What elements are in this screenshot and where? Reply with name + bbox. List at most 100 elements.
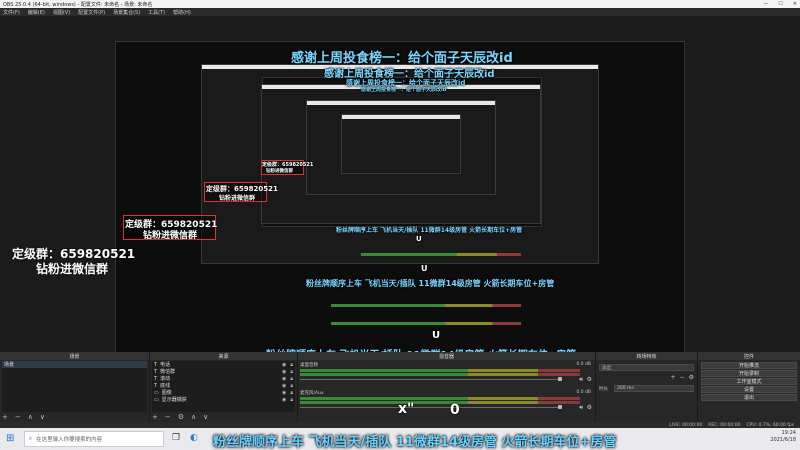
menu-tools[interactable]: 工具(T) bbox=[148, 9, 165, 16]
speaker-icon[interactable]: 🔊︎ bbox=[579, 404, 583, 412]
source-item-label: 电话 bbox=[160, 362, 171, 368]
source-settings-button[interactable]: ⚙ bbox=[178, 413, 184, 421]
source-item[interactable]: T 电话 ◉ 🔒︎ bbox=[152, 361, 295, 369]
scenes-dock: 场景 场景 + − ∧ ∨ bbox=[0, 352, 150, 422]
menu-edit[interactable]: 编辑(E) bbox=[28, 9, 45, 16]
remove-source-button[interactable]: − bbox=[165, 413, 171, 421]
source-item[interactable]: ▭ 图像 ◉ 🔒︎ bbox=[152, 389, 295, 397]
add-source-button[interactable]: + bbox=[152, 413, 158, 421]
lock-icon[interactable]: 🔒︎ bbox=[290, 369, 293, 375]
volume-slider-knob[interactable] bbox=[558, 377, 562, 381]
gear-icon[interactable]: ⚙ bbox=[587, 376, 592, 383]
menu-scene-collection[interactable]: 场景集合(S) bbox=[113, 9, 140, 16]
start-streaming-button[interactable]: 开始推流 bbox=[701, 362, 797, 369]
monitor-source-icon: ▭ bbox=[154, 396, 159, 403]
nested-meter bbox=[331, 322, 521, 325]
eye-icon[interactable]: ◉ bbox=[282, 362, 286, 368]
eye-icon[interactable]: ◉ bbox=[282, 383, 286, 389]
sources-list[interactable]: T 电话 ◉ 🔒︎ T 微信群 ◉ 🔒︎ T 滚动 ◉ 🔒︎ T 底线 ◉ 🔒︎ ▭ 图… bbox=[152, 361, 295, 412]
source-item[interactable]: ▭ 显示器捕获 ◉ 🔒︎ bbox=[152, 396, 295, 404]
browser-taskbar-icon[interactable]: ◐ bbox=[190, 433, 198, 443]
menu-profile[interactable]: 配置文件(P) bbox=[78, 9, 105, 16]
exit-button[interactable]: 退出 bbox=[701, 394, 797, 401]
text-source-icon: T bbox=[154, 375, 158, 382]
nested-mark: U bbox=[432, 330, 441, 341]
system-tray: 19:24 2021/6/18 bbox=[770, 430, 796, 444]
remove-transition-button[interactable]: − bbox=[680, 374, 685, 381]
audio-meter bbox=[300, 369, 580, 372]
volume-slider[interactable] bbox=[300, 379, 562, 380]
lock-icon[interactable]: 🔒︎ bbox=[290, 376, 293, 382]
nested-mark: U bbox=[421, 264, 428, 273]
source-item[interactable]: T 滚动 ◉ 🔒︎ bbox=[152, 375, 295, 383]
rec-status: REC: 00:00:00 bbox=[708, 422, 741, 428]
transition-duration-input[interactable]: 300 ms bbox=[614, 385, 694, 392]
eye-icon[interactable]: ◉ bbox=[282, 376, 286, 382]
move-scene-down-button[interactable]: ∨ bbox=[40, 413, 45, 421]
lock-icon[interactable]: 🔒︎ bbox=[290, 362, 293, 368]
source-item[interactable]: T 底线 ◉ 🔒︎ bbox=[152, 382, 295, 390]
maximize-icon[interactable]: ☐ bbox=[778, 1, 782, 7]
add-transition-button[interactable]: + bbox=[671, 374, 676, 381]
menu-file[interactable]: 文件(F) bbox=[3, 9, 20, 16]
lock-icon[interactable]: 🔒︎ bbox=[290, 383, 293, 389]
taskbar-search[interactable]: ⌕ 在这里输入你要搜索的内容 bbox=[24, 431, 164, 447]
close-icon[interactable]: ✕ bbox=[793, 1, 797, 7]
source-item-label: 图像 bbox=[161, 390, 172, 396]
preview-area[interactable]: 感谢上周投食榜一：给个面子天辰改id 感谢上周投食榜一：给个面子天辰改id 感谢… bbox=[0, 16, 800, 366]
mixer-channel-level: 0.0 dB bbox=[576, 362, 591, 367]
banner-overlay-nested: 粉丝牌顺序上车 飞机当天/插队 11微群14级房管 火箭长期车位+房管 bbox=[306, 279, 555, 288]
scenes-list[interactable]: 场景 bbox=[2, 361, 147, 412]
move-scene-up-button[interactable]: ∧ bbox=[28, 413, 33, 421]
transition-type-select[interactable]: 淡出 bbox=[599, 364, 694, 371]
sources-dock-title: 来源 bbox=[150, 352, 297, 360]
source-item-label: 滚动 bbox=[160, 376, 171, 382]
clock-date: 2021/6/18 bbox=[770, 437, 796, 443]
volume-slider[interactable] bbox=[300, 407, 562, 408]
window-titlebar: OBS 25.0.4 (64-bit, windows) - 配置文件: 未命名… bbox=[0, 0, 800, 8]
lock-icon[interactable]: 🔒︎ bbox=[290, 390, 293, 396]
audio-meter bbox=[300, 373, 580, 376]
scene-item-label: 场景 bbox=[4, 362, 15, 368]
menu-help[interactable]: 帮助(H) bbox=[173, 9, 191, 16]
task-view-icon[interactable]: ❐ bbox=[172, 433, 180, 443]
eye-icon[interactable]: ◉ bbox=[282, 369, 286, 375]
nested-mark: U bbox=[416, 235, 422, 243]
source-item-label: 显示器捕获 bbox=[161, 397, 187, 403]
scenes-footer: + − ∧ ∨ bbox=[2, 413, 45, 421]
thanks-overlay: 感谢上周投食榜一：给个面子天辰改id bbox=[291, 51, 513, 66]
preview-canvas[interactable]: 感谢上周投食榜一：给个面子天辰改id 感谢上周投食榜一：给个面子天辰改id 感谢… bbox=[115, 41, 685, 366]
transition-settings-button[interactable]: ⚙ bbox=[689, 374, 694, 381]
transitions-dock-title: 转场特效 bbox=[596, 352, 697, 360]
minimize-icon[interactable]: — bbox=[763, 1, 768, 7]
transition-duration-value: 300 ms bbox=[617, 386, 634, 391]
mixer-dock-title: 混音器 bbox=[298, 352, 595, 360]
source-item-label: 微信群 bbox=[160, 369, 176, 375]
gear-icon[interactable]: ⚙ bbox=[587, 404, 592, 411]
eye-icon[interactable]: ◉ bbox=[282, 397, 286, 403]
speaker-icon[interactable]: 🔊︎ bbox=[579, 376, 583, 384]
controls-dock-title: 控件 bbox=[698, 352, 800, 360]
start-recording-button[interactable]: 开始录制 bbox=[701, 370, 797, 377]
volume-slider-knob[interactable] bbox=[558, 405, 562, 409]
settings-button[interactable]: 设置 bbox=[701, 386, 797, 393]
source-item[interactable]: T 微信群 ◉ 🔒︎ bbox=[152, 368, 295, 376]
audio-meter bbox=[300, 397, 580, 400]
xo-overlay-left: x" bbox=[398, 401, 415, 417]
remove-scene-button[interactable]: − bbox=[15, 413, 21, 421]
menu-view[interactable]: 视图(V) bbox=[53, 9, 70, 16]
move-source-up-button[interactable]: ∧ bbox=[191, 413, 196, 421]
banner-overlay-main: 粉丝牌顺序上车 飞机当天/插队 11微群14级房管 火箭长期车位+房管 bbox=[213, 435, 617, 450]
window-controls: — ☐ ✕ bbox=[763, 0, 797, 8]
add-scene-button[interactable]: + bbox=[2, 413, 8, 421]
studio-mode-button[interactable]: 工作室模式 bbox=[701, 378, 797, 385]
windows-start-icon[interactable]: ⊞ bbox=[6, 433, 14, 444]
nested-meter bbox=[361, 253, 521, 256]
nested-meter bbox=[331, 304, 521, 307]
eye-icon[interactable]: ◉ bbox=[282, 390, 286, 396]
group-number-overlay: 定级群：659820521 bbox=[262, 162, 314, 168]
menu-bar: 文件(F) 编辑(E) 视图(V) 配置文件(P) 场景集合(S) 工具(T) … bbox=[0, 8, 800, 16]
scene-item[interactable]: 场景 bbox=[2, 361, 147, 368]
lock-icon[interactable]: 🔒︎ bbox=[290, 397, 293, 403]
move-source-down-button[interactable]: ∨ bbox=[203, 413, 208, 421]
